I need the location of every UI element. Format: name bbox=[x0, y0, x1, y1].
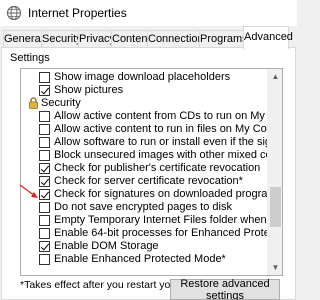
checkbox[interactable] bbox=[39, 189, 50, 200]
option-label: Enable Enhanced Protected Mode* bbox=[54, 253, 226, 265]
tab-strip: General Security Privacy Content Connect… bbox=[0, 26, 297, 49]
checkbox[interactable] bbox=[39, 137, 50, 148]
list-item[interactable]: Show image download placeholders bbox=[21, 71, 268, 84]
internet-explorer-icon bbox=[6, 5, 22, 21]
settings-list[interactable]: Show image download placeholders Show pi… bbox=[20, 68, 283, 276]
checkbox[interactable] bbox=[39, 124, 50, 135]
list-item[interactable]: Show pictures bbox=[21, 84, 268, 97]
checkbox[interactable] bbox=[39, 254, 50, 265]
list-item[interactable]: Empty Temporary Internet Files folder wh… bbox=[21, 214, 268, 227]
checkbox[interactable] bbox=[39, 85, 50, 96]
settings-label: Settings bbox=[10, 52, 50, 64]
checkbox[interactable] bbox=[39, 111, 50, 122]
option-label: Show image download placeholders bbox=[54, 71, 231, 83]
tab-connections[interactable]: Connections bbox=[147, 30, 209, 48]
option-label: Check for publisher's certificate revoca… bbox=[54, 162, 261, 174]
vertical-scrollbar[interactable]: ▲ ▼ bbox=[267, 69, 282, 275]
scroll-down-icon[interactable]: ▼ bbox=[268, 260, 282, 275]
tab-content[interactable]: Content bbox=[111, 30, 151, 48]
security-group-header: Security bbox=[21, 97, 268, 110]
checkbox[interactable] bbox=[39, 163, 50, 174]
checkbox[interactable] bbox=[39, 241, 50, 252]
option-label: Do not save encrypted pages to disk bbox=[54, 201, 232, 213]
option-label: Allow active content from CDs to run on … bbox=[54, 110, 268, 122]
option-label: Allow active content to run in files on … bbox=[54, 123, 268, 135]
title-bar: Internet Properties bbox=[0, 0, 297, 26]
option-label: Empty Temporary Internet Files folder wh… bbox=[54, 214, 268, 226]
list-item[interactable]: Enable DOM Storage bbox=[21, 240, 268, 253]
list-item[interactable]: Allow active content from CDs to run on … bbox=[21, 110, 268, 123]
tab-general[interactable]: General bbox=[3, 30, 43, 48]
checkbox[interactable] bbox=[39, 228, 50, 239]
scroll-up-icon[interactable]: ▲ bbox=[268, 69, 282, 84]
list-item[interactable]: Check for signatures on downloaded progr… bbox=[21, 188, 268, 201]
list-item[interactable]: Allow software to run or install even if… bbox=[21, 136, 268, 149]
tab-programs[interactable]: Programs bbox=[199, 30, 248, 48]
tab-security[interactable]: Security bbox=[41, 30, 82, 48]
group-label: Security bbox=[41, 97, 81, 109]
checkbox[interactable] bbox=[39, 72, 50, 83]
list-item[interactable]: Enable 64-bit processes for Enhanced Pro… bbox=[21, 227, 268, 240]
lock-icon bbox=[29, 97, 38, 109]
option-label: Block unsecured images with other mixed … bbox=[54, 149, 268, 161]
scroll-thumb[interactable] bbox=[270, 187, 281, 227]
tab-privacy[interactable]: Privacy bbox=[78, 30, 115, 48]
checkbox[interactable] bbox=[39, 202, 50, 213]
list-item[interactable]: Check for publisher's certificate revoca… bbox=[21, 162, 268, 175]
option-label: Enable 64-bit processes for Enhanced Pro… bbox=[54, 227, 268, 239]
list-item[interactable]: Block unsecured images with other mixed … bbox=[21, 149, 268, 162]
option-label: Allow software to run or install even if… bbox=[54, 136, 268, 148]
checkbox[interactable] bbox=[39, 176, 50, 187]
list-item[interactable]: Enable Enhanced Protected Mode* bbox=[21, 253, 268, 266]
restore-advanced-settings-button[interactable]: Restore advanced settings bbox=[170, 278, 280, 300]
list-item[interactable]: Do not save encrypted pages to disk bbox=[21, 201, 268, 214]
window-title: Internet Properties bbox=[28, 6, 127, 20]
option-label: Enable DOM Storage bbox=[54, 240, 159, 252]
option-label: Check for signatures on downloaded progr… bbox=[54, 188, 268, 200]
tab-advanced[interactable]: Advanced bbox=[243, 26, 293, 49]
list-item[interactable]: Check for server certificate revocation* bbox=[21, 175, 268, 188]
option-label: Check for server certificate revocation* bbox=[54, 175, 243, 187]
checkbox[interactable] bbox=[39, 150, 50, 161]
option-label: Show pictures bbox=[54, 84, 124, 96]
list-item[interactable]: Allow active content to run in files on … bbox=[21, 123, 268, 136]
checkbox[interactable] bbox=[39, 215, 50, 226]
